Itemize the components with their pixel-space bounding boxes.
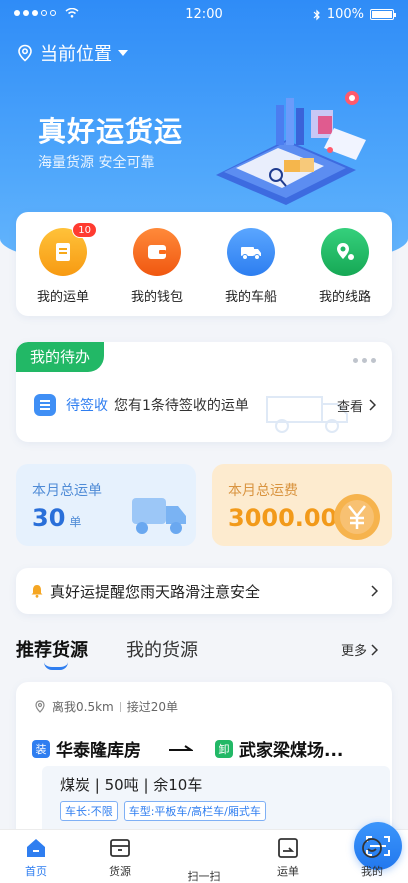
quick-my-waybills[interactable]: 10 我的运单 (16, 222, 110, 305)
distance-text: 离我0.5km (52, 700, 114, 714)
home-icon (27, 839, 45, 857)
more-label: 更多 (340, 644, 367, 659)
bell-icon (31, 585, 43, 598)
location-selector[interactable]: 当前位置 (16, 40, 128, 66)
route: 装 华泰隆库房 卸 武家梁煤场... (32, 736, 376, 761)
active-tab-indicator (44, 662, 68, 670)
wallet-icon (133, 228, 181, 276)
source-tabs: 推荐货源 我的货源 更多 (16, 632, 392, 672)
quick-my-routes[interactable]: 我的线路 (298, 228, 392, 305)
location-pin-icon (35, 700, 45, 713)
destination-name: 武家梁煤场... (239, 741, 344, 761)
document-icon (34, 394, 56, 416)
monthly-freight-card[interactable]: 本月总运费 3000.00 (212, 464, 392, 546)
unload-tag: 卸 (215, 739, 233, 758)
quick-my-vehicles[interactable]: 我的车船 (204, 228, 298, 305)
view-label: 查看 (336, 399, 363, 415)
origin-name: 华泰隆库房 (56, 741, 141, 761)
hero-subtitle: 海量货源 安全可靠 (38, 155, 155, 171)
box-icon (110, 839, 130, 857)
tab-recommended-sources[interactable]: 推荐货源 (16, 636, 88, 662)
quick-label: 我的线路 (318, 290, 371, 305)
tab-profile[interactable]: 我的 (342, 836, 402, 879)
monthly-shipments-card[interactable]: 本月总运单 30 单 (16, 464, 196, 546)
truck-icon (227, 228, 275, 276)
todo-item[interactable]: 待签收 您有1条待签收的运单 查看 (34, 394, 376, 416)
status-bar: 12:00 100% (0, 0, 408, 30)
quick-label: 我的钱包 (130, 290, 183, 305)
todo-card: 我的待办 待签收 您有1条待签收的运单 查看 (16, 342, 392, 442)
tab-scan[interactable]: 扫一扫 (174, 822, 402, 883)
goods-summary: 煤炭 | 50吨 | 余10车 (60, 776, 203, 794)
hero-title: 真好运货运 (38, 115, 184, 148)
vehicle-length-pill: 车长:不限 (60, 801, 118, 821)
source-meta: 离我0.5km 接过20单 (34, 698, 178, 715)
freight-value: 3000.00 (228, 504, 338, 532)
chevron-right-icon (371, 585, 378, 597)
view-link[interactable]: 查看 (337, 396, 376, 415)
caret-down-icon (118, 50, 128, 56)
logistics-illustration (216, 91, 366, 205)
more-link[interactable]: 更多 (341, 640, 378, 659)
battery-icon (370, 9, 396, 20)
todo-description: 您有1条待签收的运单 (114, 398, 249, 414)
truck-icon (132, 498, 186, 534)
more-dots-icon[interactable] (353, 358, 376, 363)
notice-text: 真好运提醒您雨天路滑注意安全 (50, 582, 261, 601)
quick-my-wallet[interactable]: 我的钱包 (110, 228, 204, 305)
load-tag: 装 (32, 739, 50, 758)
waybill-icon (278, 838, 298, 858)
tab-home[interactable]: 首页 (6, 836, 66, 879)
yuan-coin-icon (334, 494, 380, 540)
source-card[interactable]: 离我0.5km 接过20单 装 华泰隆库房 卸 武家梁煤场... 煤炭 | 50… (16, 682, 392, 842)
location-pin-icon (18, 44, 32, 62)
todo-keyword: 待签收 (66, 398, 108, 414)
todo-title: 我的待办 (16, 342, 105, 372)
waybill-badge: 10 (72, 222, 97, 238)
battery-percent: 100% (326, 7, 364, 22)
tab-sources[interactable]: 货源 (90, 836, 150, 879)
chevron-right-icon (371, 643, 378, 656)
shipments-value: 30 单 (32, 504, 82, 532)
arrow-right-icon (169, 744, 193, 751)
document-icon: 10 (39, 222, 97, 276)
freight-label: 本月总运费 (228, 483, 298, 499)
bottom-tab-bar: 首页 货源 扫一扫 运单 我的 (0, 822, 408, 883)
shipments-label: 本月总运单 (32, 483, 102, 499)
quick-label: 我的运单 (36, 290, 89, 305)
chevron-right-icon (369, 399, 376, 411)
quick-label: 我的车船 (224, 290, 277, 305)
route-pin-icon (321, 228, 369, 276)
tab-waybills[interactable]: 运单 (258, 836, 318, 879)
vehicle-type-pill: 车型:平板车/高栏车/厢式车 (123, 801, 266, 821)
goods-info: 煤炭 | 50吨 | 余10车 车长:不限 车型:平板车/高栏车/厢式车 (42, 766, 390, 836)
safety-notice[interactable]: 真好运提醒您雨天路滑注意安全 (16, 568, 392, 614)
taken-count: 接过20单 (126, 700, 179, 714)
tab-my-sources[interactable]: 我的货源 (126, 636, 198, 662)
location-label: 当前位置 (40, 44, 112, 65)
quick-actions: 10 我的运单 我的钱包 我的车船 我的线路 (16, 212, 392, 316)
smiley-icon (362, 838, 382, 858)
bluetooth-icon (313, 9, 320, 20)
